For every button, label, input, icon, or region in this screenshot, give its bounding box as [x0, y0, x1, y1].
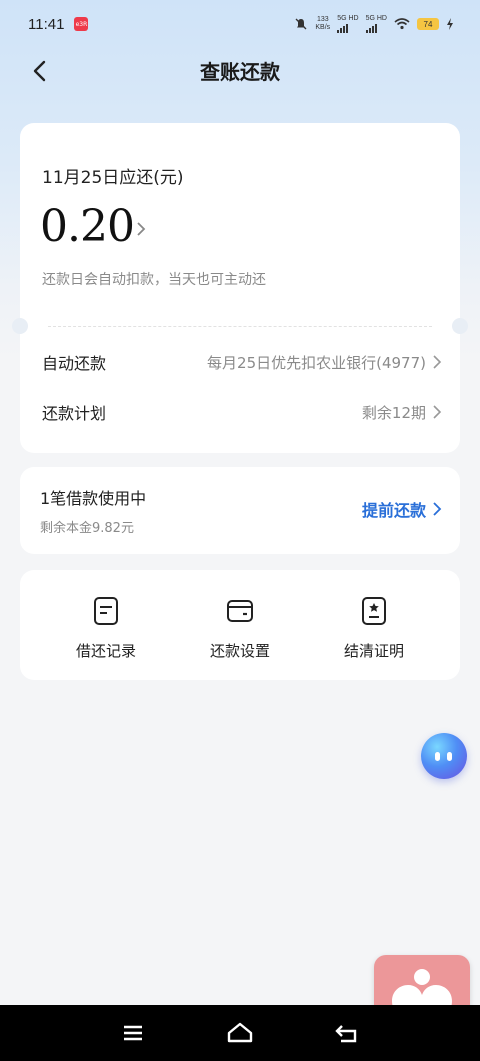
menu-item-settings[interactable]: 还款设置 [180, 596, 300, 661]
repay-plan-value: 剩余12期 [361, 403, 426, 422]
due-date-label: 11月25日应还(元) [42, 168, 184, 188]
chevron-right-icon [433, 502, 442, 516]
dashed-divider [48, 326, 432, 327]
repay-plan-label: 还款计划 [42, 404, 107, 423]
sim2-label: 5G HD [365, 15, 387, 22]
prepay-button[interactable]: 提前还款 [362, 497, 442, 521]
wallet-icon [227, 600, 253, 622]
auto-repay-label: 自动还款 [42, 354, 107, 373]
repay-plan-row[interactable]: 还款计划 剩余12期 [42, 398, 442, 426]
battery-icon: 74 [417, 18, 439, 30]
menu-item-certificate[interactable]: 结清证明 [314, 596, 434, 661]
net-speed-value: 133 [316, 16, 329, 23]
wifi-icon [394, 18, 410, 30]
assistant-eye [447, 752, 452, 761]
menu-item-records[interactable]: 借还记录 [46, 596, 166, 661]
menu-label: 借还记录 [75, 642, 136, 660]
certificate-icon [362, 597, 386, 625]
prepay-label: 提前还款 [361, 501, 426, 520]
net-speed: 133 KB/s [315, 16, 330, 32]
header: 查账还款 [0, 48, 480, 90]
signal-bars-icon [365, 23, 387, 33]
due-amount[interactable]: 0.20 [40, 201, 135, 252]
chevron-right-icon[interactable] [134, 221, 148, 237]
status-indicators: 133 KB/s 5G HD 5G HD 74 [294, 15, 454, 33]
due-card: 11月25日应还(元) 0.20 还款日会自动扣款，当天也可主动还 自动还款 每… [12, 123, 468, 453]
system-nav-bar [0, 1005, 480, 1061]
assistant-float-button[interactable] [421, 733, 467, 779]
sim1-signal: 5G HD [337, 15, 359, 33]
signal-bars-icon [337, 23, 358, 33]
page-title: 查账还款 [200, 60, 280, 84]
notification-badge: e3R [74, 17, 89, 31]
shortcut-menu: 借还记录 还款设置 结清证明 [20, 570, 460, 680]
status-time: 11:41 [28, 15, 65, 33]
sim2-signal: 5G HD [365, 15, 387, 33]
chevron-right-icon [433, 405, 442, 419]
auto-repay-row[interactable]: 自动还款 每月25日优先扣农业银行(4977) [42, 348, 442, 376]
record-icon [94, 597, 118, 625]
sim1-label: 5G HD [337, 15, 359, 22]
net-speed-unit: KB/s [315, 24, 331, 31]
loan-card[interactable]: 1笔借款使用中 剩余本金9.82元 提前还款 [20, 467, 460, 554]
menu-label: 还款设置 [209, 642, 270, 660]
charging-icon [447, 18, 453, 30]
ticket-notch-left [12, 318, 28, 334]
home-icon[interactable] [226, 1019, 254, 1047]
remaining-principal: 剩余本金9.82元 [40, 521, 134, 536]
mute-icon [295, 18, 307, 30]
assistant-eye [435, 752, 440, 761]
status-bar: 11:41 e3R 133 KB/s 5G HD 5G HD 74 [0, 0, 480, 48]
menu-icon[interactable] [119, 1019, 147, 1047]
due-note: 还款日会自动扣款，当天也可主动还 [42, 272, 266, 288]
ticket-notch-right [452, 318, 468, 334]
chevron-right-icon [433, 355, 442, 369]
loan-title: 1笔借款使用中 [40, 489, 147, 508]
back-icon[interactable] [333, 1019, 361, 1047]
auto-repay-value: 每月25日优先扣农业银行(4977) [207, 353, 426, 372]
menu-label: 结清证明 [343, 642, 404, 660]
